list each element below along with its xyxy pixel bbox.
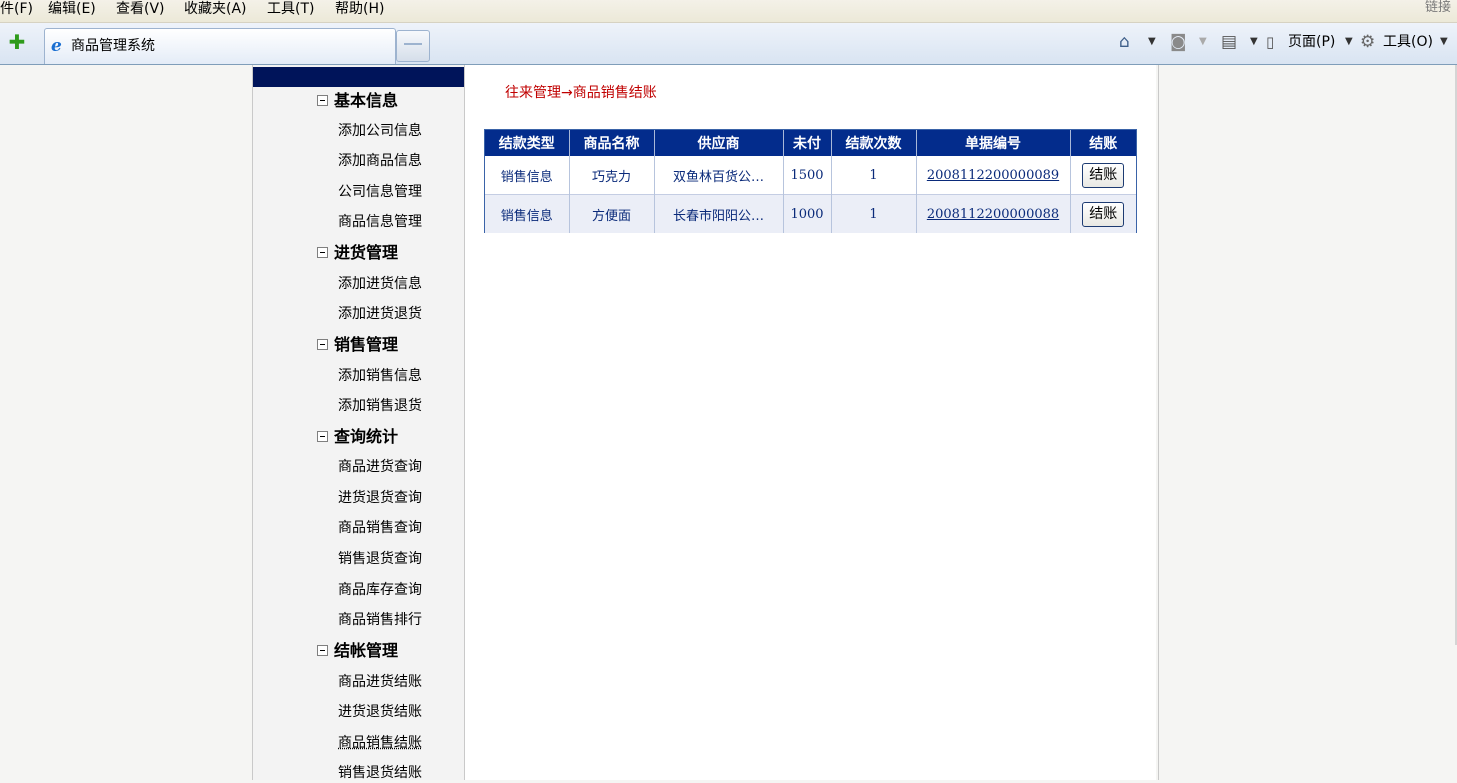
tools-menu[interactable]: 工具(O): [1383, 31, 1433, 53]
column-header: 供应商: [654, 130, 784, 156]
browser-toolbar: ✚ e 商品管理系统 ⌂ ▼ ◙ ▼ ▤ ▼ ▯ 页面(P) ▼ ⚙ 工具(O)…: [0, 23, 1457, 65]
cell-times: 1: [831, 156, 917, 195]
cell-product: 巧克力: [569, 156, 655, 195]
nav-query-stock[interactable]: 商品库存查询: [338, 580, 422, 600]
menu-edit[interactable]: 编辑(E): [48, 0, 96, 18]
gear-icon: ⚙: [1360, 32, 1376, 52]
nav-add-purchase-return[interactable]: 添加进货退货: [338, 304, 422, 324]
order-code-link[interactable]: 2008112200000089: [927, 168, 1059, 183]
tab-active[interactable]: e 商品管理系统: [44, 28, 396, 64]
group-label: 进货管理: [334, 243, 399, 262]
menu-tools[interactable]: 工具(T): [267, 0, 314, 18]
cell-unpaid: 1500: [783, 156, 832, 195]
group-label: 基本信息: [334, 91, 399, 110]
favorites-star-icon[interactable]: ✚: [5, 31, 29, 53]
cell-action: 结账: [1070, 194, 1136, 233]
column-header: 结款类型: [485, 130, 570, 156]
group-sales[interactable]: 销售管理: [317, 334, 398, 356]
menu-favorites[interactable]: 收藏夹(A): [184, 0, 247, 18]
page-content: 基本信息 添加公司信息 添加商品信息 公司信息管理 商品信息管理 进货管理 添加…: [0, 65, 1457, 783]
page-menu[interactable]: 页面(P): [1288, 31, 1335, 53]
nav-settle-sales[interactable]: 商品销售结账: [338, 733, 422, 753]
nav-query-sales-return[interactable]: 销售退货查询: [338, 549, 422, 569]
menu-view[interactable]: 查看(V): [116, 0, 165, 18]
page-dropdown-icon[interactable]: ▼: [1345, 31, 1353, 53]
cell-times: 1: [831, 194, 917, 233]
nav-company-manage[interactable]: 公司信息管理: [338, 182, 422, 202]
collapse-icon[interactable]: [317, 246, 328, 258]
group-label: 查询统计: [334, 427, 399, 446]
nav-add-sale[interactable]: 添加销售信息: [338, 366, 422, 386]
collapse-icon[interactable]: [317, 430, 328, 442]
column-header: 单据编号: [916, 130, 1071, 156]
main-panel: 往来管理→商品销售结账 结款类型 商品名称 供应商 未付 结款次数 单据编号 结…: [465, 65, 1156, 780]
nav-add-product[interactable]: 添加商品信息: [338, 151, 422, 171]
collapse-icon[interactable]: [317, 94, 328, 106]
cell-unpaid: 1000: [783, 194, 832, 233]
links-label[interactable]: 链接: [1425, 0, 1451, 16]
new-tab-button[interactable]: [396, 30, 430, 62]
table-row: 销售信息 方便面 长春市阳阳公… 1000 1 2008112200000088…: [485, 194, 1136, 233]
nav-query-purchase-return[interactable]: 进货退货查询: [338, 488, 422, 508]
feeds-icon[interactable]: ◙: [1170, 31, 1187, 53]
group-label: 销售管理: [334, 335, 399, 354]
nav-add-company[interactable]: 添加公司信息: [338, 121, 422, 141]
column-header: 商品名称: [569, 130, 655, 156]
collapse-icon[interactable]: [317, 644, 328, 656]
nav-sales-ranking[interactable]: 商品销售排行: [338, 610, 422, 630]
nav-add-sale-return[interactable]: 添加销售退货: [338, 396, 422, 416]
sidebar-header-bar: [253, 67, 464, 87]
nav-query-purchase[interactable]: 商品进货查询: [338, 457, 422, 477]
menu-help[interactable]: 帮助(H): [335, 0, 384, 18]
group-label: 结帐管理: [334, 641, 399, 660]
cell-type: 销售信息: [485, 156, 570, 195]
nav-product-manage[interactable]: 商品信息管理: [338, 212, 422, 232]
table-row: 销售信息 巧克力 双鱼林百货公… 1500 1 2008112200000089…: [485, 156, 1136, 195]
sidebar: 基本信息 添加公司信息 添加商品信息 公司信息管理 商品信息管理 进货管理 添加…: [253, 65, 465, 783]
settle-button[interactable]: 结账: [1082, 201, 1125, 227]
nav-settle-sales-return[interactable]: 销售退货结账: [338, 763, 422, 783]
table-header-row: 结款类型 商品名称 供应商 未付 结款次数 单据编号 结账: [485, 130, 1136, 156]
breadcrumb: 往来管理→商品销售结账: [505, 85, 657, 101]
menu-bar: 件(F) 编辑(E) 查看(V) 收藏夹(A) 工具(T) 帮助(H) 链接: [0, 0, 1457, 23]
print-icon[interactable]: ▤: [1221, 31, 1237, 53]
collapse-icon[interactable]: [317, 338, 328, 350]
settle-button[interactable]: 结账: [1082, 162, 1125, 188]
cell-action: 结账: [1070, 156, 1136, 195]
order-code-link[interactable]: 2008112200000088: [927, 207, 1059, 222]
group-query[interactable]: 查询统计: [317, 426, 398, 448]
nav-settle-purchase[interactable]: 商品进货结账: [338, 672, 422, 692]
group-purchase[interactable]: 进货管理: [317, 242, 398, 264]
home-dropdown-icon[interactable]: ▼: [1148, 31, 1156, 53]
cell-product: 方便面: [569, 194, 655, 233]
group-settlement[interactable]: 结帐管理: [317, 640, 398, 662]
cell-type: 销售信息: [485, 194, 570, 233]
menu-file[interactable]: 件(F): [0, 0, 33, 18]
cell-supplier: 双鱼林百货公…: [654, 156, 784, 195]
nav-settle-purchase-return[interactable]: 进货退货结账: [338, 702, 422, 722]
settlement-table: 结款类型 商品名称 供应商 未付 结款次数 单据编号 结账 销售信息 巧克力 双…: [484, 129, 1137, 233]
feeds-dropdown-icon[interactable]: ▼: [1199, 31, 1207, 53]
tools-dropdown-icon[interactable]: ▼: [1440, 31, 1448, 53]
column-header: 结账: [1070, 130, 1136, 156]
tab-title: 商品管理系统: [71, 38, 155, 54]
cell-code: 2008112200000088: [916, 194, 1071, 233]
nav-add-purchase[interactable]: 添加进货信息: [338, 274, 422, 294]
cell-code: 2008112200000089: [916, 156, 1071, 195]
nav-query-sales[interactable]: 商品销售查询: [338, 518, 422, 538]
print-dropdown-icon[interactable]: ▼: [1250, 31, 1258, 53]
ie-icon: e: [51, 36, 62, 56]
page-icon: ▯: [1266, 33, 1275, 51]
column-header: 结款次数: [831, 130, 917, 156]
home-icon[interactable]: ⌂: [1119, 31, 1130, 53]
cell-supplier: 长春市阳阳公…: [654, 194, 784, 233]
group-basic-info[interactable]: 基本信息: [317, 90, 398, 112]
column-header: 未付: [783, 130, 832, 156]
